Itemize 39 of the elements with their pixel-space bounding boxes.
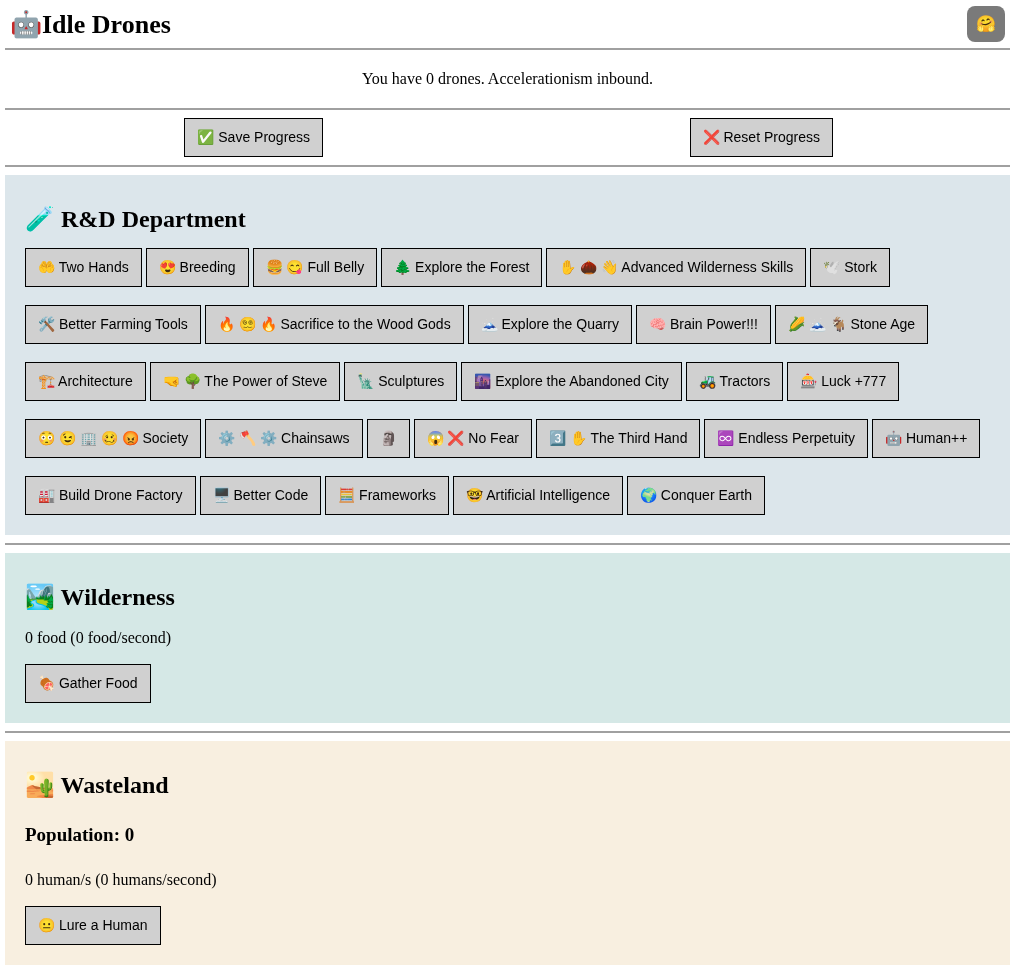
action-button[interactable]: ✅ Save Progress	[184, 118, 324, 157]
action-button[interactable]: ❌ Reset Progress	[689, 118, 833, 157]
action-button[interactable]: 🏗 Architecture	[25, 361, 146, 401]
action-button[interactable]: 🌆 Explore the Abandoned City	[461, 361, 682, 401]
action-button[interactable]: 🤓 Artificial Intelligence	[453, 475, 623, 515]
action-button[interactable]: 🌲 Explore the Forest	[381, 247, 543, 287]
action-button[interactable]: 🗿	[366, 418, 410, 458]
action-button[interactable]: 🤲 Two Hands	[25, 247, 142, 287]
action-button[interactable]: 🚜 Tractors	[685, 361, 784, 401]
action-button[interactable]: 🧮 Frameworks	[325, 475, 450, 515]
section-heading: 🏞 Wilderness	[25, 582, 176, 612]
action-button[interactable]: 🍔 😋 Full Belly	[252, 247, 378, 287]
action-button[interactable]: 🗽 Sculptures	[344, 361, 458, 401]
action-button[interactable]: 😐 Lure a Human	[25, 905, 161, 945]
action-button[interactable]: ♾ Endless Perpetuity	[704, 418, 869, 458]
action-button[interactable]: 🤜 🌳 The Power of Steve	[149, 361, 341, 401]
population-heading: Population: 0	[25, 823, 136, 848]
action-button[interactable]: 🍖 Gather Food	[25, 663, 151, 703]
action-button[interactable]: 🖥 Better Code	[199, 475, 322, 515]
resource-text: 0 human/s (0 humans/second)	[25, 869, 218, 891]
action-button[interactable]: 🔥 😵‍💫 🔥 Sacrifice to the Wood Gods	[204, 304, 464, 344]
section-heading: 🏜 Wasteland	[25, 770, 170, 800]
action-button[interactable]: 😱 ❌ No Fear	[413, 418, 532, 458]
action-button[interactable]: 🛠 Better Farming Tools	[25, 304, 201, 344]
action-button[interactable]: 🗻 Explore the Quarry	[467, 304, 633, 344]
action-button[interactable]: 3⃣ ✋ The Third Hand	[535, 418, 701, 458]
action-button[interactable]: 🧠 Brain Power!!!	[636, 304, 771, 344]
action-button[interactable]: 🕊 Stork	[810, 247, 890, 287]
app-title: 🤖Idle Drones	[10, 8, 171, 41]
action-button[interactable]: 🎰 Luck +777	[787, 361, 900, 401]
action-button[interactable]: 😍 Breeding	[145, 247, 249, 287]
resource-text: 0 food (0 food/second)	[25, 627, 173, 649]
action-button[interactable]: 🤖 Human++	[872, 418, 981, 458]
action-button[interactable]: ✋ 🌰 👋 Advanced Wilderness Skills	[546, 247, 807, 287]
status-text: You have 0 drones. Accelerationism inbound.	[360, 69, 655, 89]
section-heading: 🧪 R&D Department	[25, 205, 247, 234]
action-button[interactable]: 🏭 Build Drone Factory	[25, 475, 196, 515]
action-button[interactable]: 🌍 Conquer Earth	[626, 475, 765, 515]
action-button[interactable]: 🌽 🗻 🐐 Stone Age	[774, 304, 929, 344]
